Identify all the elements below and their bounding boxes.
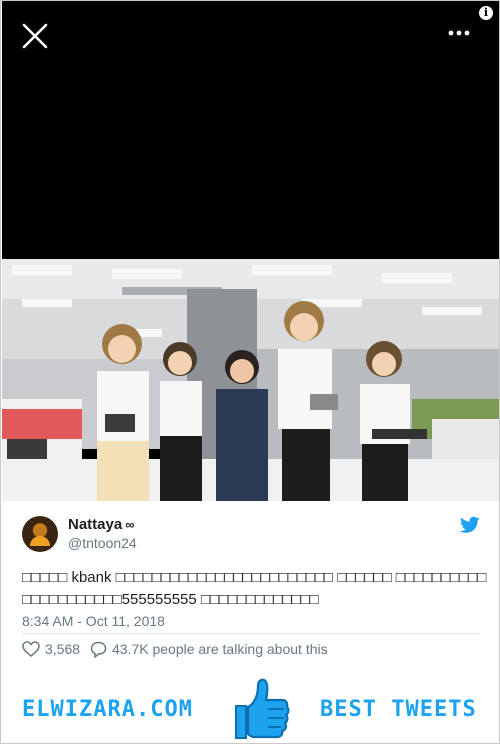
timestamp[interactable]: 8:34 AM - Oct 11, 2018 (22, 613, 165, 629)
divider (22, 633, 480, 634)
name-badge: ∞ (125, 517, 135, 532)
media-viewer: i (2, 1, 500, 501)
info-icon[interactable]: i (479, 6, 493, 20)
user-handle[interactable]: @tntoon24 (68, 535, 137, 551)
comment-icon[interactable] (90, 641, 107, 658)
twitter-bird-icon[interactable] (460, 516, 480, 534)
thumbs-up-icon (235, 678, 290, 739)
tweet-card: Nattaya ∞ @tntoon24 □□□□□ kbank □□□□□□□□□… (2, 501, 499, 673)
like-count[interactable]: 3,568 (45, 641, 80, 657)
avatar[interactable] (22, 516, 58, 552)
close-icon[interactable] (20, 21, 50, 51)
tweet-text: □□□□□ kbank □□□□□□□□□□□□□□□□□□□□□□□□ □□□… (22, 569, 487, 608)
display-name-text[interactable]: Nattaya (68, 516, 122, 533)
more-options-icon[interactable] (444, 25, 474, 41)
watermark-banner: ELWIZARA.COM BEST TWEETS (2, 673, 499, 743)
display-name[interactable]: Nattaya ∞ (68, 516, 134, 533)
tweet-embed: i Nattaya ∞ @tntoon24 □□□□□ kbank □□□□□□… (0, 0, 500, 744)
heart-icon[interactable] (22, 641, 40, 657)
banner-site-name: ELWIZARA.COM (22, 697, 193, 722)
banner-tagline: BEST TWEETS (320, 697, 477, 722)
conversation-count[interactable]: 43.7K people are talking about this (112, 641, 328, 657)
tweet-photo[interactable] (2, 259, 500, 501)
